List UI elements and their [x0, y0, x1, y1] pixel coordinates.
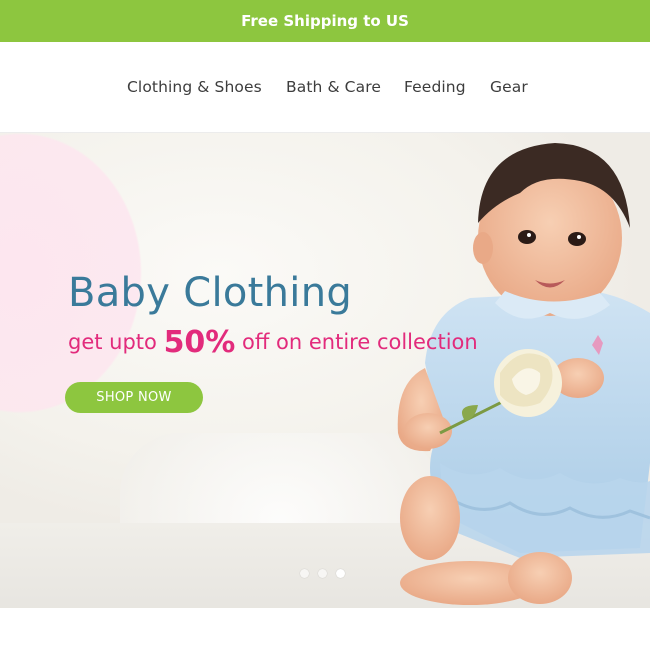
- hero-subtitle-post: off on entire collection: [235, 330, 478, 354]
- hero-subtitle: get upto 50% off on entire collection: [68, 325, 478, 360]
- nav-item-gear[interactable]: Gear: [490, 78, 528, 96]
- slider-dots: [300, 569, 345, 578]
- nav-item-feeding[interactable]: Feeding: [404, 78, 466, 96]
- baby-photo: [397, 143, 650, 605]
- nav-item-clothing-shoes[interactable]: Clothing & Shoes: [127, 78, 262, 96]
- main-nav: Clothing & Shoes Bath & Care Feeding Gea…: [0, 42, 650, 133]
- slider-dot-2[interactable]: [318, 569, 327, 578]
- hero-subtitle-pre: get upto: [68, 330, 164, 354]
- nav-item-bath-care[interactable]: Bath & Care: [286, 78, 381, 96]
- shop-now-button[interactable]: SHOP NOW: [65, 382, 203, 413]
- slider-dot-3[interactable]: [336, 569, 345, 578]
- announcement-bar: Free Shipping to US: [0, 0, 650, 42]
- hero-banner[interactable]: Baby Clothing get upto 50% off on entire…: [0, 133, 650, 608]
- hero-discount: 50%: [163, 325, 236, 360]
- hero-title: Baby Clothing: [68, 270, 353, 316]
- slider-dot-1[interactable]: [300, 569, 309, 578]
- announcement-text: Free Shipping to US: [241, 12, 409, 30]
